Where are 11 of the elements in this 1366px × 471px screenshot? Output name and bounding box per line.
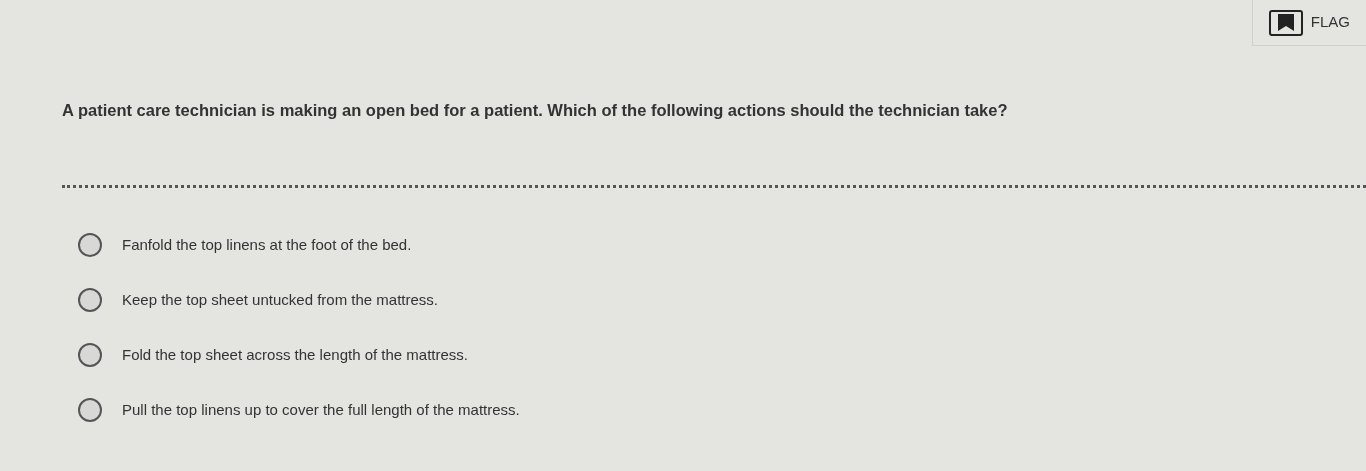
radio-button[interactable] xyxy=(78,233,102,258)
radio-button[interactable] xyxy=(78,288,102,313)
answer-option[interactable]: Fold the top sheet across the length of the mattress. xyxy=(78,342,1366,368)
bookmark-icon xyxy=(1268,9,1303,36)
answer-option[interactable]: Keep the top sheet untucked from the mattress. xyxy=(78,287,1366,313)
answer-option[interactable]: Fanfold the top linens at the foot of the bed. xyxy=(78,232,1366,258)
radio-button[interactable] xyxy=(78,398,102,423)
flag-button[interactable]: FLAG xyxy=(1251,0,1366,46)
answer-option[interactable]: Pull the top linens up to cover the full length of the mattress. xyxy=(78,397,1366,423)
radio-button[interactable] xyxy=(78,343,102,368)
question-text: A patient care technician is making an open bed for a patient. Which of the following actions should the technician take? xyxy=(62,100,1009,121)
